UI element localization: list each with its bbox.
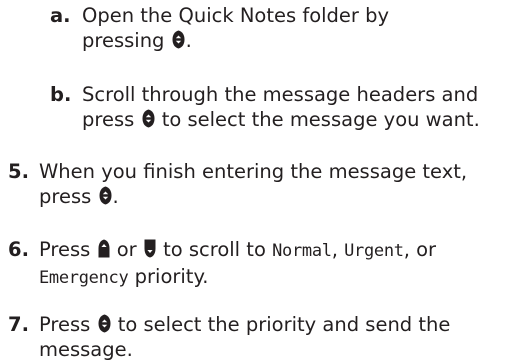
step-text: Press or to scroll to Normal, Urgent, or…	[39, 237, 436, 291]
step-5: 5. When you finish entering the message …	[8, 159, 467, 209]
step-text-line: message.	[39, 338, 133, 361]
scroll-up-key-icon	[98, 239, 110, 258]
priority-emergency: Emergency	[39, 268, 129, 288]
step-number: 6.	[8, 238, 29, 261]
step-number: 7.	[8, 313, 29, 336]
step-text-part: Press	[39, 238, 91, 261]
select-key-icon	[98, 314, 111, 333]
step-text: When you finish entering the message tex…	[39, 159, 467, 209]
substep-marker: a.	[50, 4, 71, 27]
scroll-down-key-icon	[144, 239, 156, 258]
step-text-line: to select the priority and send the	[117, 313, 451, 336]
substep-marker: b.	[50, 83, 72, 106]
step-text-part: ,	[331, 238, 338, 261]
step-text-line: .	[112, 185, 119, 208]
step-7: 7. Press to select the priority and send…	[8, 312, 450, 362]
step-6: 6. Press or to scroll to Normal, Urgent,…	[8, 237, 436, 291]
step-text-part: or	[116, 238, 137, 261]
select-key-icon	[142, 109, 155, 128]
step-text-part: to scroll to	[163, 238, 266, 261]
priority-urgent: Urgent	[344, 241, 404, 261]
step-text: Press to select the priority and send th…	[39, 312, 450, 362]
select-key-icon	[99, 186, 112, 205]
step-text-part: priority.	[134, 265, 209, 288]
substep-text-line: to select the message you want.	[161, 108, 480, 131]
substep-text-line: Scroll through the message headers and	[82, 83, 479, 106]
priority-normal: Normal	[272, 241, 332, 261]
substep-a: a. Open the Quick Notes folder by pressi…	[50, 3, 389, 53]
substep-text-line: Open the Quick Notes folder by	[82, 4, 390, 27]
substep-b: b. Scroll through the message headers an…	[50, 82, 480, 132]
substep-text-line: pressing	[82, 29, 165, 52]
select-key-icon	[172, 30, 185, 49]
step-text-line: Press	[39, 313, 91, 336]
substep-text-line: .	[185, 29, 192, 52]
step-text-line: When you finish entering the message tex…	[39, 160, 468, 183]
step-number: 5.	[8, 160, 29, 183]
substep-text-line: press	[82, 108, 135, 131]
step-text-part: , or	[403, 238, 437, 261]
step-text-line: press	[39, 185, 92, 208]
substep-text: Scroll through the message headers and p…	[82, 82, 480, 132]
substep-text: Open the Quick Notes folder by pressing …	[82, 3, 389, 53]
